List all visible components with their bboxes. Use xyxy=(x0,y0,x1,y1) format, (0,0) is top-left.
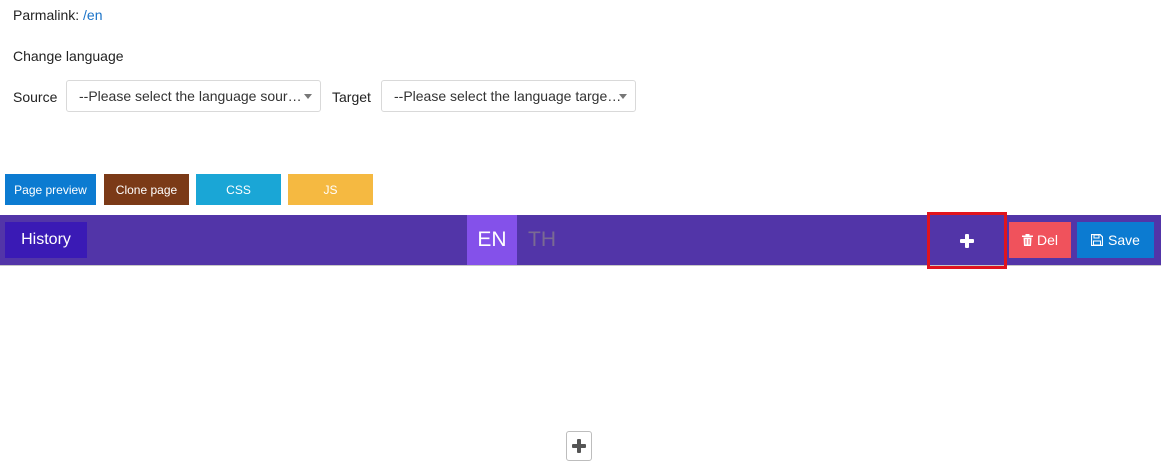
delete-button[interactable]: Del xyxy=(1009,222,1071,258)
target-language-value: --Please select the language targe… xyxy=(394,88,622,104)
page-preview-button[interactable]: Page preview xyxy=(5,174,96,205)
editor-toolbar: History EN TH Del Save xyxy=(0,212,1161,269)
change-language-heading: Change language xyxy=(13,48,124,64)
chevron-down-icon xyxy=(304,94,312,99)
js-button[interactable]: JS xyxy=(288,174,373,205)
target-label: Target xyxy=(332,89,371,105)
trash-icon xyxy=(1021,234,1033,246)
permalink-row: Parmalink: /en xyxy=(13,7,103,23)
floppy-disk-icon xyxy=(1091,234,1104,246)
save-button[interactable]: Save xyxy=(1077,222,1154,258)
save-label: Save xyxy=(1108,232,1140,248)
history-button[interactable]: History xyxy=(5,222,87,258)
source-language-value: --Please select the language sour… xyxy=(79,88,302,104)
permalink-label: Parmalink: xyxy=(13,7,80,23)
plus-icon xyxy=(960,233,974,248)
plus-icon xyxy=(572,439,586,453)
add-block-button[interactable] xyxy=(927,212,1007,269)
chevron-down-icon xyxy=(619,94,627,99)
css-button[interactable]: CSS xyxy=(196,174,281,205)
add-section-button[interactable] xyxy=(566,431,592,461)
permalink-link[interactable]: /en xyxy=(83,7,102,23)
tab-language-th[interactable]: TH xyxy=(517,215,567,265)
clone-page-button[interactable]: Clone page xyxy=(104,174,189,205)
delete-label: Del xyxy=(1036,232,1058,248)
source-language-select[interactable]: --Please select the language sour… xyxy=(66,80,321,112)
target-language-select[interactable]: --Please select the language targe… xyxy=(381,80,636,112)
source-label: Source xyxy=(13,89,58,105)
tab-language-en[interactable]: EN xyxy=(467,215,517,265)
